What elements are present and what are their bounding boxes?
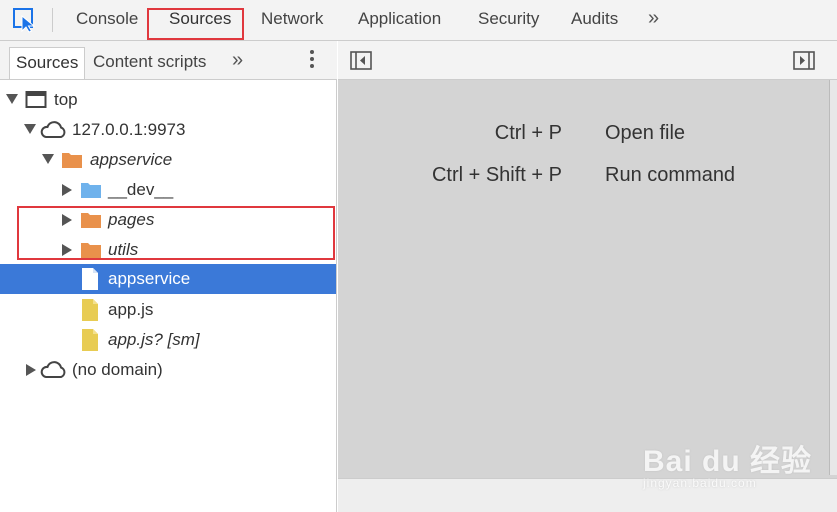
toggle-debugger-sidebar-icon[interactable]: [793, 51, 815, 70]
baidu-jingyan-watermark: Bai du 经验 jingyan.baidu.com: [643, 420, 823, 500]
tree-item-label: __dev__: [108, 180, 174, 199]
tree-item-label: 127.0.0.1:9973: [72, 120, 186, 139]
tree-item-appservice-file[interactable]: appservice: [0, 264, 336, 294]
expand-arrow-icon[interactable]: [42, 154, 54, 164]
watermark-url: jingyan.baidu.com: [643, 476, 757, 490]
tree-item-appservice-folder[interactable]: appservice: [0, 145, 336, 175]
inspect-element-icon[interactable]: [12, 7, 38, 33]
tree-item-utils-folder[interactable]: utils: [0, 235, 336, 265]
toggle-navigator-icon[interactable]: [350, 51, 372, 70]
tree-item-no-domain[interactable]: (no domain): [0, 355, 336, 385]
folder-icon: [80, 180, 102, 205]
folder-icon: [80, 210, 102, 235]
tab-sources[interactable]: Sources: [169, 9, 231, 29]
collapse-arrow-icon[interactable]: [62, 244, 72, 256]
subtab-content-scripts[interactable]: Content scripts: [93, 52, 206, 72]
tree-item-label: app.js? [sm]: [108, 330, 200, 349]
more-tabs-chevron-icon[interactable]: »: [648, 7, 659, 30]
tab-security[interactable]: Security: [478, 9, 539, 29]
document-file-icon: [80, 267, 100, 296]
shortcut-action-open-file: Open file: [605, 122, 686, 144]
tab-network[interactable]: Network: [261, 9, 323, 29]
script-file-icon: [80, 298, 100, 327]
watermark-logo-text: Bai du 经验: [643, 445, 813, 478]
tab-application[interactable]: Application: [358, 9, 441, 29]
tree-item-label: pages: [108, 210, 155, 229]
expand-arrow-icon[interactable]: [6, 94, 18, 104]
shortcut-action-run-command: Run command: [605, 164, 736, 186]
tree-item-domain[interactable]: 127.0.0.1:9973: [0, 115, 336, 145]
script-file-icon: [80, 328, 100, 357]
tree-item-label: top: [54, 90, 78, 109]
kebab-menu-icon[interactable]: [306, 50, 318, 72]
collapse-arrow-icon[interactable]: [26, 364, 36, 376]
frame-window-icon: [25, 90, 47, 115]
tree-item-label: appservice: [90, 150, 173, 169]
tree-item-top[interactable]: top: [0, 85, 336, 115]
navigator-subtabs: Sources Content scripts »: [0, 41, 337, 80]
subtab-sources[interactable]: Sources: [9, 47, 86, 79]
tab-audits[interactable]: Audits: [571, 9, 618, 29]
tree-item-dev-folder[interactable]: __dev__: [0, 175, 336, 205]
tree-item-label: utils: [108, 240, 139, 259]
tree-item-app-js[interactable]: app.js: [0, 295, 336, 325]
more-subtabs-chevron-icon[interactable]: »: [232, 49, 243, 72]
expand-arrow-icon[interactable]: [24, 124, 36, 134]
collapse-arrow-icon[interactable]: [62, 184, 72, 196]
tab-console[interactable]: Console: [76, 9, 138, 29]
folder-icon: [80, 240, 102, 265]
devtools-toolbar: Console Sources Network Application Secu…: [0, 0, 837, 41]
toolbar-separator: [52, 8, 53, 32]
shortcut-keys-run-command: Ctrl + Shift + P: [431, 164, 562, 186]
navigator-panel: Sources Content scripts » top 127.0.0.1:…: [0, 41, 337, 512]
tree-item-label: appservice: [108, 269, 191, 288]
tree-item-label: app.js: [108, 300, 154, 319]
tree-item-label: (no domain): [72, 360, 163, 379]
shortcut-keys-open-file: Ctrl + P: [494, 122, 562, 144]
cloud-icon: [39, 120, 67, 145]
tree-item-app-js-sourcemap[interactable]: app.js? [sm]: [0, 325, 336, 355]
cloud-icon: [39, 360, 67, 385]
folder-icon: [61, 150, 83, 175]
tree-item-pages-folder[interactable]: pages: [0, 205, 336, 235]
sidebar-edge: [829, 80, 837, 475]
collapse-arrow-icon[interactable]: [62, 214, 72, 226]
editor-toolbar: [338, 41, 837, 80]
